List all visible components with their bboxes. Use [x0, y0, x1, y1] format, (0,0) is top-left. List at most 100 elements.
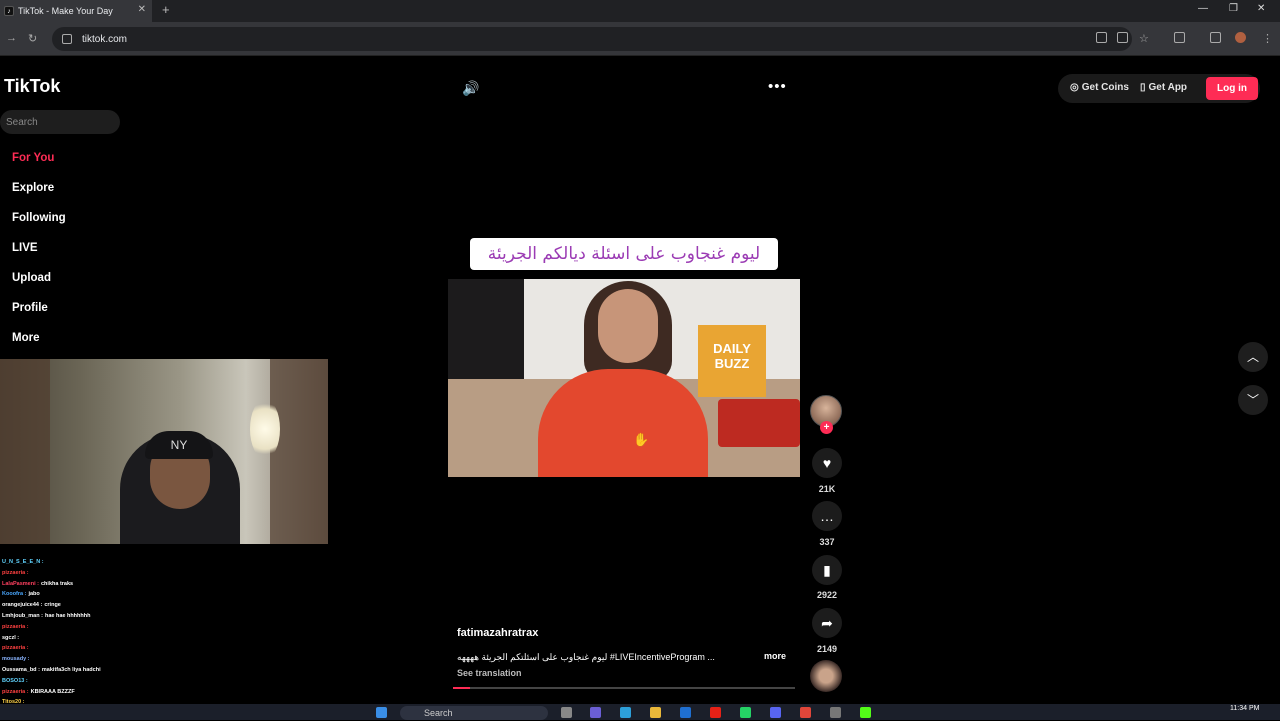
- volume-icon[interactable]: 🔊: [462, 80, 479, 97]
- next-video-chevron-down-icon[interactable]: ﹀: [1238, 385, 1268, 415]
- webcam-cap: NY: [145, 431, 213, 459]
- close-window-icon[interactable]: ✕: [1257, 3, 1265, 14]
- chat-message: orangejuice44 : cringe: [2, 602, 242, 613]
- windows-taskbar: [0, 704, 1280, 720]
- chat-message: pizzaeria :: [2, 645, 242, 656]
- discord-icon[interactable]: [770, 707, 781, 718]
- url-text: tiktok.com: [82, 33, 128, 45]
- chat-message: BOSO13 :: [2, 678, 242, 689]
- video-side-table: [718, 399, 800, 447]
- webcam-curtain: [270, 359, 328, 544]
- edge-icon[interactable]: [620, 707, 631, 718]
- address-bar[interactable]: tiktok.com: [52, 27, 1132, 51]
- music-disc-icon[interactable]: [810, 660, 842, 692]
- get-coins-label: Get Coins: [1081, 82, 1129, 93]
- reload-icon[interactable]: ↻: [28, 32, 37, 45]
- media-icon[interactable]: [1210, 32, 1221, 43]
- more-options-icon[interactable]: •••: [768, 78, 787, 95]
- share-arrow-icon[interactable]: ➦: [812, 608, 842, 638]
- get-coins-button[interactable]: ◎ Get Coins: [1070, 82, 1129, 93]
- follow-plus-icon[interactable]: +: [820, 421, 833, 434]
- chat-username[interactable]: sgczl :: [2, 635, 19, 641]
- chat-username[interactable]: pizzaeria :: [2, 689, 29, 695]
- webcam-lamp: [250, 399, 280, 459]
- chat-username[interactable]: pizzaeria :: [2, 645, 29, 651]
- task-view-icon[interactable]: [561, 707, 572, 718]
- sidebar-item-following[interactable]: Following: [12, 212, 66, 224]
- comment-icon[interactable]: …: [812, 501, 842, 531]
- bookmark-icon[interactable]: ▮: [812, 555, 842, 585]
- video-player[interactable]: DAILY BUZZ: [448, 279, 800, 477]
- translate-icon[interactable]: [1117, 32, 1128, 43]
- sidebar-item-profile[interactable]: Profile: [12, 302, 48, 314]
- chrome-icon[interactable]: [800, 707, 811, 718]
- chat-username[interactable]: pizzaeria :: [2, 624, 29, 630]
- video-progress-bar[interactable]: [453, 687, 795, 689]
- browser-tab-strip: ♪ TikTok - Make Your Day ✕ + — ❐ ✕: [0, 0, 1280, 22]
- video-caption-overlay: ليوم غنجاوب على اسئلة ديالكم الجريئة: [470, 238, 778, 270]
- get-app-button[interactable]: ▯ Get App: [1140, 82, 1187, 93]
- forward-icon[interactable]: →: [6, 32, 17, 44]
- youtube-icon[interactable]: [710, 707, 721, 718]
- chat-message: LalaPasmeni : chikha traks: [2, 581, 242, 592]
- close-tab-icon[interactable]: ✕: [138, 4, 146, 15]
- video-progress-fill: [453, 687, 471, 689]
- site-info-icon[interactable]: [62, 34, 72, 44]
- profile-avatar-icon[interactable]: [1235, 32, 1246, 43]
- coin-icon: ◎: [1070, 82, 1079, 93]
- new-tab-icon[interactable]: +: [162, 2, 170, 17]
- video-author[interactable]: fatimazahratrax: [457, 627, 538, 639]
- tiktok-favicon-icon: ♪: [4, 6, 14, 16]
- chat-message: Kooofra : jabo: [2, 591, 242, 602]
- file-explorer-icon[interactable]: [650, 707, 661, 718]
- minimize-icon[interactable]: —: [1198, 3, 1208, 14]
- sidebar-item-live[interactable]: LIVE: [12, 242, 38, 254]
- chat-username[interactable]: LalaPasmeni :: [2, 581, 39, 587]
- video-person-face: [598, 289, 658, 363]
- windows-start-icon[interactable]: [376, 707, 387, 718]
- extensions-icon[interactable]: [1174, 32, 1185, 43]
- chat-text: cringe: [44, 602, 61, 609]
- chat-username[interactable]: orangejuice44 :: [2, 602, 42, 608]
- whatsapp-icon[interactable]: [740, 707, 751, 718]
- chat-username[interactable]: BOSO13 :: [2, 678, 28, 684]
- browser-tab[interactable]: ♪ TikTok - Make Your Day ✕: [0, 0, 152, 22]
- video-person: [538, 369, 708, 477]
- sidebar-item-more[interactable]: More: [12, 332, 39, 344]
- taskbar-search[interactable]: Search: [400, 706, 548, 720]
- like-heart-icon[interactable]: ♥: [812, 448, 842, 478]
- sidebar-item-for-you[interactable]: For You: [12, 152, 54, 164]
- chat-username[interactable]: mousady :: [2, 656, 30, 662]
- see-translation-link[interactable]: See translation: [457, 668, 522, 678]
- menu-dots-icon[interactable]: ⋮: [1262, 32, 1273, 45]
- clock: 11:34 PM: [1230, 705, 1260, 712]
- phone-icon: ▯: [1140, 82, 1146, 93]
- tiktok-logo[interactable]: TikTok: [4, 76, 60, 97]
- share-count: 2149: [816, 644, 838, 654]
- chat-username[interactable]: Oussama_bd :: [2, 667, 40, 673]
- streamer-webcam: NY: [0, 359, 328, 544]
- sidebar-item-upload[interactable]: Upload: [12, 272, 51, 284]
- chat-username[interactable]: pizzaeria :: [2, 570, 29, 576]
- chat-username[interactable]: Kooofra :: [2, 591, 26, 597]
- bookmark-star-icon[interactable]: ☆: [1139, 32, 1149, 45]
- chat-message: pizzaeria : KBIRAAA BZZZF: [2, 689, 242, 700]
- restore-icon[interactable]: ❐: [1229, 3, 1238, 14]
- chat-message: sgczl :: [2, 635, 242, 646]
- login-button[interactable]: Log in: [1206, 77, 1258, 100]
- previous-video-chevron-up-icon[interactable]: ︿: [1238, 342, 1268, 372]
- chat-message: Lmhjoub_man : hae hae hhhhhhh: [2, 613, 242, 624]
- teams-icon[interactable]: [590, 707, 601, 718]
- chat-username[interactable]: U_N_S_E_E_N :: [2, 559, 44, 565]
- outlook-icon[interactable]: [680, 707, 691, 718]
- install-icon[interactable]: [1096, 32, 1107, 43]
- chat-message: pizzaeria :: [2, 624, 242, 635]
- like-count: 21K: [818, 484, 836, 494]
- chat-username[interactable]: Lmhjoub_man :: [2, 613, 43, 619]
- sidebar-item-explore[interactable]: Explore: [12, 182, 54, 194]
- app-icon[interactable]: [830, 707, 841, 718]
- chat-text: KBIRAAA BZZZF: [30, 688, 75, 695]
- search-input[interactable]: Search: [0, 110, 120, 134]
- kick-icon[interactable]: [860, 707, 871, 718]
- description-more-link[interactable]: more: [764, 651, 786, 661]
